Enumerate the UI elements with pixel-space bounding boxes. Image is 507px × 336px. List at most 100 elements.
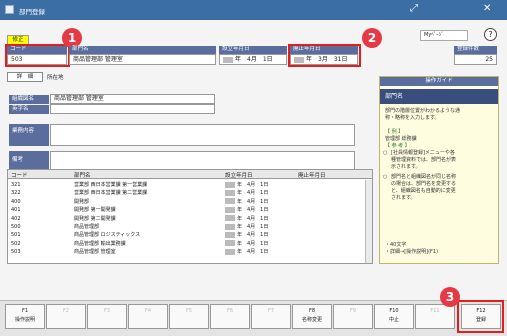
table-row[interactable]: 402 開発部 第二開発課 年 4月 1日 [8,215,364,223]
fkey-f2: F2 [46,304,86,329]
table-scrollbar[interactable] [365,180,372,263]
era-blank [225,181,235,188]
era-blank [225,215,235,222]
guide-example: 管理部 総務課 [385,136,417,142]
guide-title: 操作ガイド [380,77,498,86]
fkey-key: F5 [185,308,193,314]
row-code: 500 [11,224,21,230]
row-code: 503 [11,249,21,256]
mypage-button[interactable]: Myﾍﾟｰｼﾞ [420,30,468,41]
era-blank [225,248,235,255]
name-label: 部門名 [69,46,216,54]
row-name: 開発部 第二開発課 [74,215,116,222]
fkey-key: F1 [21,308,29,314]
row-name: 開発部 第一開発課 [74,207,116,214]
callout-box-3 [457,300,504,333]
era-blank [225,189,235,196]
table-row[interactable]: 322 営業部 西日本営業課 第二営業課 年 4月 1日 [8,189,364,197]
row-name: 営業部 西日本営業課 第一営業課 [74,182,148,188]
fkey-key: F10 [389,308,399,314]
row-code: 501 [11,232,21,239]
row-name: 営業部 西日本営業課 第二営業課 [74,190,148,197]
biz-label: 業務内容 [9,124,49,146]
fkey-f4: F4 [128,304,168,329]
biz-field[interactable] [50,124,355,146]
guide-text: 称・略称を入力します。 [385,115,440,121]
table-row[interactable]: 401 開発部 第一開発課 年 4月 1日 [8,206,364,214]
department-table: コード 部門名 設立年月日 廃止年月日 321 営業部 西日本営業課 第一営業課年… [7,169,373,264]
fkey-f6: F6 [210,304,250,329]
guide-text: 部門の階層位置がわかるような通 [385,108,461,114]
fkey-f11: F11 [415,304,455,329]
row-start: 年 4月 1日 [225,206,268,214]
fkey-label: 名称変更 [301,317,322,323]
row-start: 年 4月 1日 [225,189,268,197]
guide-text: 示されます。 [391,164,421,170]
fkey-key: F6 [226,308,234,314]
table-row[interactable]: 321 営業部 西日本営業課 第一営業課 年 4月 1日 [8,181,364,189]
window-title: 部門登録 [19,8,45,16]
eng-field[interactable] [50,104,215,114]
org-field[interactable]: 商品管理部 管理室 [50,94,215,104]
guide-link[interactable]: ・詳細→[操作説明](F1) [385,249,438,256]
tab-detail[interactable]: 詳 細 [7,72,43,82]
operation-guide-panel: 操作ガイド 部門名 部門の階層位置がわかるような通 称・略称を入力します。 【 … [379,76,499,264]
guide-example-label: 【 例 】 [385,129,404,135]
row-code: 322 [11,190,21,197]
table-row[interactable]: 400 開発部 年 4月 1日 [8,198,364,206]
row-start: 年 4月 1日 [225,215,268,223]
fkey-f8[interactable]: F8 名称変更 [292,304,332,329]
table-row[interactable]: 503 商品管理部 管理室 年 4月 1日 [8,248,364,256]
row-start: 年 4月 1日 [225,248,268,256]
help-icon[interactable]: ? [484,28,497,41]
era-blank [225,240,235,247]
era-blank [225,206,235,213]
tab-location[interactable]: 所在地 [47,73,64,81]
callout-1: 1 [62,28,82,48]
fkey-key: F3 [103,308,111,314]
fkey-key: F2 [62,308,70,314]
col-code: コード [11,173,28,179]
row-code: 321 [11,182,21,188]
fkey-key: F9 [349,308,357,314]
guide-text: と、組織図名も自動的に変更 [391,188,456,194]
fkey-label: 操作説明 [14,317,35,323]
guide-text: されます。 [391,195,416,201]
era-blank [225,231,235,238]
callout-box-2 [288,44,361,67]
era-blank [223,56,233,63]
bullet-icon: ○ [383,150,388,156]
guide-text: 種管理資料では、部門名が表 [391,157,457,163]
close-icon[interactable]: ✕ [483,3,491,15]
app-icon [5,5,14,14]
note-field[interactable] [50,151,355,171]
fkey-f7: F7 [251,304,291,329]
fkey-key: F11 [430,308,440,314]
count-field: 25 [454,54,497,65]
title-bar: 部門登録 ⤢ ✕ [0,0,507,20]
fkey-f5: F5 [169,304,209,329]
fkey-f10[interactable]: F10 中止 [374,304,414,329]
table-row[interactable]: 500 商品管理部 年 4月 1日 [8,223,364,231]
start-date-label: 設立年月日 [219,46,287,54]
start-date-field[interactable]: 年 4月 1日 [219,54,287,65]
table-header: コード 部門名 設立年月日 廃止年月日 [8,170,372,179]
table-row[interactable]: 502 商品管理部 輸出業務課 年 4月 1日 [8,240,364,248]
expand-icon[interactable]: ⤢ [410,3,418,15]
eng-label: 英字名 [9,105,49,114]
col-end: 廃止年月日 [298,173,326,179]
row-start: 年 4月 1日 [225,223,268,231]
name-field[interactable]: 商品管理部 管理室 [69,54,216,65]
row-start: 年 4月 1日 [225,198,268,206]
fkey-f1[interactable]: F1 操作説明 [5,304,45,329]
callout-box-1 [5,44,70,67]
row-start: 年 4月 1日 [225,240,268,248]
row-name: 商品管理部 ロジスティックス [74,232,141,239]
row-start: 年 4月 1日 [225,181,268,189]
note-label: 備考 [9,151,49,171]
table-row[interactable]: 501 商品管理部 ロジスティックス 年 4月 1日 [8,231,364,239]
row-name: 商品管理部 輸出業務課 [74,240,126,247]
bullet-icon: ○ [383,174,388,180]
count-label: 登録件数 [454,46,497,54]
row-code: 400 [11,198,21,205]
